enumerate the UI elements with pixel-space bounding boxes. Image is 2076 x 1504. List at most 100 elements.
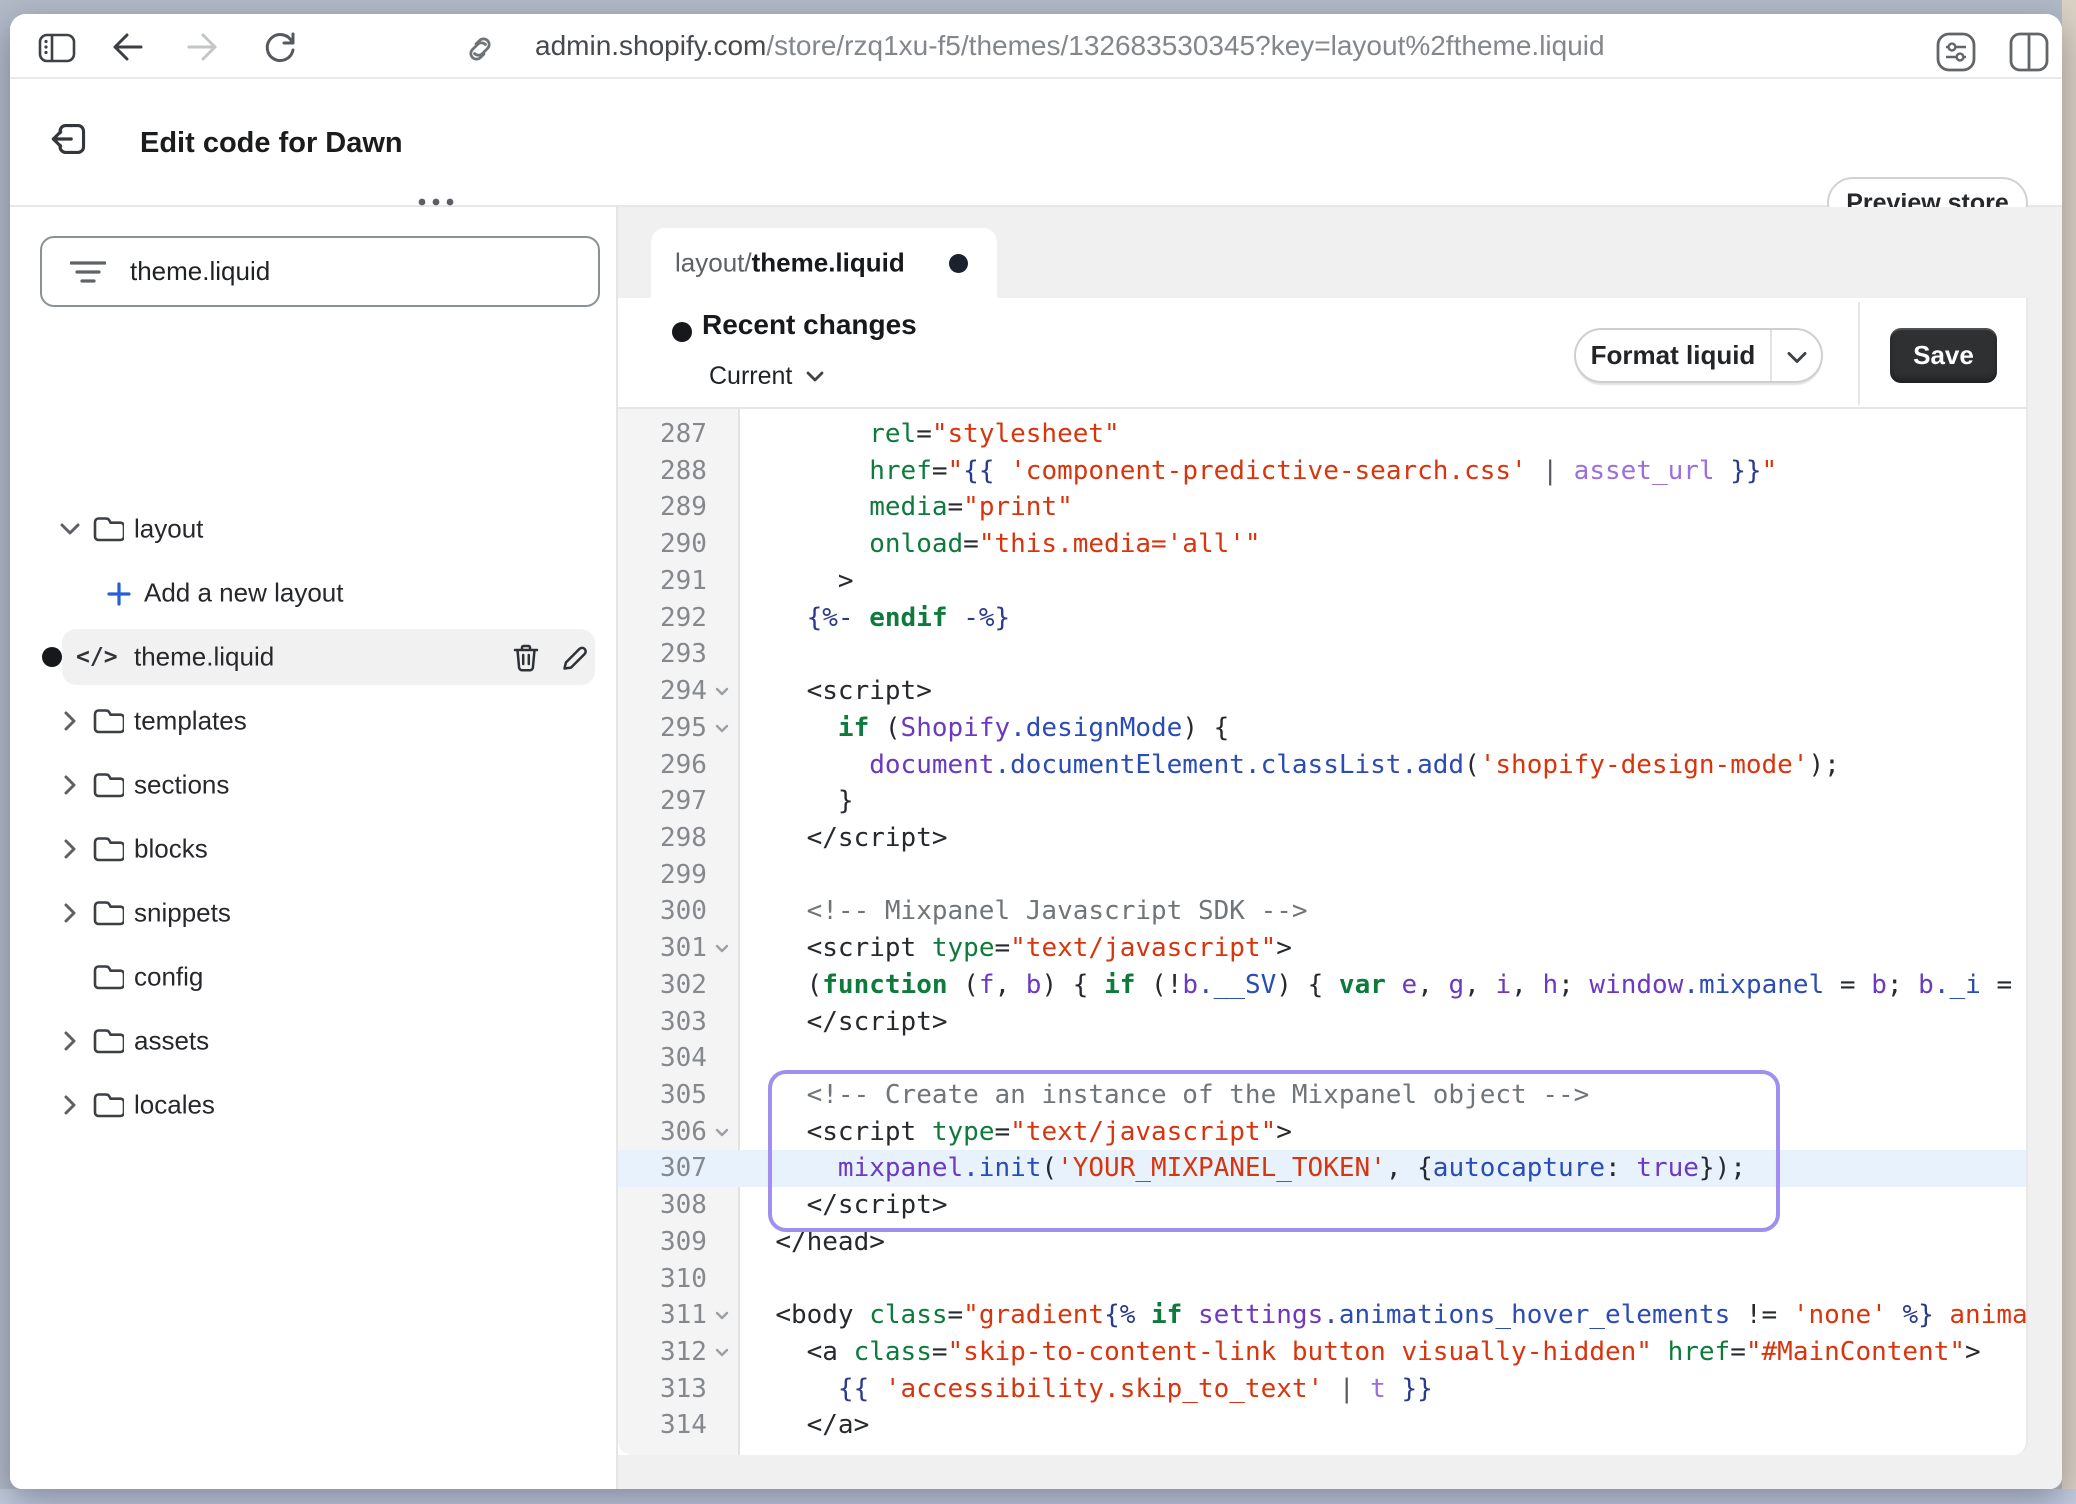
code-line[interactable]: 306 <script type="text/javascript"> [618,1114,2028,1151]
sidebar-toggle-icon[interactable] [38,33,78,63]
code-line[interactable]: 314 </a> [618,1407,2028,1444]
sidebar-item-assets[interactable]: assets [10,1013,618,1069]
format-liquid-button[interactable]: Format liquid [1574,328,1823,383]
link-icon [465,33,495,63]
code-line[interactable]: 288 href="{{ 'component-predictive-searc… [618,453,2028,490]
line-number: 290 [660,526,707,563]
code-text: media="print" [744,489,1073,526]
sidebar-item-layout[interactable]: layout [10,501,618,557]
code-line[interactable]: 295 if (Shopify.designMode) { [618,710,2028,747]
line-number: 300 [660,893,707,930]
sidebar-item-templates[interactable]: templates [10,693,618,749]
fold-chevron-icon[interactable] [712,1304,732,1326]
code-text: <script type="text/javascript"> [744,1114,1292,1151]
back-icon[interactable] [110,32,144,62]
save-button[interactable]: Save [1890,328,1997,383]
add-new-layout-button[interactable]: Add a new layout [10,565,618,621]
code-text: </script> [744,820,948,857]
code-line[interactable]: 300 <!-- Mixpanel Javascript SDK --> [618,893,2028,930]
line-number: 313 [660,1371,707,1408]
code-line[interactable]: 298 </script> [618,820,2028,857]
line-number: 301 [660,930,707,967]
forward-icon[interactable] [186,32,220,62]
fold-chevron-icon[interactable] [712,680,732,702]
chevron-right-icon[interactable] [60,837,80,861]
code-line[interactable]: 287 rel="stylesheet" [618,416,2028,453]
tab-label: layout/theme.liquid [675,248,905,279]
code-line[interactable]: 305 <!-- Create an instance of the Mixpa… [618,1077,2028,1114]
line-number: 307 [660,1150,707,1187]
sidebar-item-snippets[interactable]: snippets [10,885,618,941]
url-bar[interactable]: admin.shopify.com/store/rzq1xu-f5/themes… [535,14,1605,77]
code-line[interactable]: 301 <script type="text/javascript"> [618,930,2028,967]
chevron-right-icon[interactable] [60,709,80,733]
sidebar-item-theme-liquid[interactable]: </> theme.liquid [10,629,618,685]
editor-toolbar: Recent changes Current Format liquid Sav… [618,298,2028,409]
folder-icon [92,834,124,864]
tab-theme-liquid[interactable]: layout/theme.liquid [651,228,997,298]
code-line[interactable]: 303 </script> [618,1004,2028,1041]
code-line[interactable]: 296 document.documentElement.classList.a… [618,747,2028,784]
sidebar-item-config[interactable]: config [10,949,618,1005]
code-line[interactable]: 290 onload="this.media='all'" [618,526,2028,563]
code-text: </script> [744,1004,948,1041]
code-editor[interactable]: 286 <link287 rel="stylesheet"288 href="{… [618,409,2028,1455]
chevron-right-icon[interactable] [60,901,80,925]
code-file-icon: </> [76,644,118,670]
exit-icon[interactable] [50,120,88,158]
code-text: onload="this.media='all'" [744,526,1261,563]
code-line[interactable]: 294 <script> [618,673,2028,710]
code-line[interactable]: 302 (function (f, b) { if (!b.__SV) { va… [618,967,2028,1004]
app-header: Edit code for Dawn Preview store [10,81,2062,207]
chevron-down-icon[interactable] [1784,350,1810,366]
fold-chevron-icon[interactable] [712,717,732,739]
reload-icon[interactable] [262,30,298,66]
code-line[interactable]: 309 </head> [618,1224,2028,1261]
code-line[interactable]: 304 [618,1040,2028,1077]
code-text: <!-- Mixpanel Javascript SDK --> [744,893,1308,930]
browser-settings-icon[interactable] [1935,31,1977,73]
code-line[interactable]: 308 </script> [618,1187,2028,1224]
code-text: </script> [744,1187,948,1224]
folder-icon [92,706,124,736]
line-number: 295 [660,710,707,747]
code-line[interactable]: 289 media="print" [618,489,2028,526]
chevron-down-icon[interactable] [58,519,82,539]
browser-toolbar: admin.shopify.com/store/rzq1xu-f5/themes… [10,14,2062,79]
chevron-right-icon[interactable] [60,773,80,797]
code-line[interactable]: 312 <a class="skip-to-content-link butto… [618,1334,2028,1371]
code-line[interactable]: 307 mixpanel.init('YOUR_MIXPANEL_TOKEN',… [618,1150,2028,1187]
file-search-input[interactable]: theme.liquid [40,236,600,307]
code-line[interactable]: 299 [618,857,2028,894]
fold-chevron-icon[interactable] [712,937,732,959]
sidebar-item-locales[interactable]: locales [10,1077,618,1133]
code-text: <!-- Create an instance of the Mixpanel … [744,1077,1589,1114]
code-line[interactable]: 310 [618,1261,2028,1298]
code-text: if (Shopify.designMode) { [744,710,1229,747]
code-line[interactable]: 297 } [618,783,2028,820]
chevron-right-icon[interactable] [60,1093,80,1117]
chevron-down-icon [804,370,826,384]
code-line[interactable]: 311 <body class="gradient{% if settings.… [618,1297,2028,1334]
filter-icon [70,258,106,286]
code-line[interactable]: 291 > [618,563,2028,600]
version-dropdown[interactable]: Current [709,362,826,391]
fold-chevron-icon[interactable] [712,1121,732,1143]
code-line[interactable]: 293 [618,636,2028,673]
folder-icon [92,1090,124,1120]
chevron-right-icon[interactable] [60,1029,80,1053]
fold-chevron-icon[interactable] [712,1341,732,1363]
delete-icon[interactable] [510,642,542,674]
folder-icon [92,898,124,928]
code-line[interactable]: 313 {{ 'accessibility.skip_to_text' | t … [618,1371,2028,1408]
line-number: 288 [660,453,707,490]
edit-icon[interactable] [559,642,591,674]
sidebar-item-sections[interactable]: sections [10,757,618,813]
split-view-icon[interactable] [2008,31,2050,73]
line-number: 309 [660,1224,707,1261]
recent-changes-label: Recent changes [702,309,917,341]
line-number: 303 [660,1004,707,1041]
code-line[interactable]: 292 {%- endif -%} [618,600,2028,637]
toolbar-divider [1858,302,1860,405]
sidebar-item-blocks[interactable]: blocks [10,821,618,877]
